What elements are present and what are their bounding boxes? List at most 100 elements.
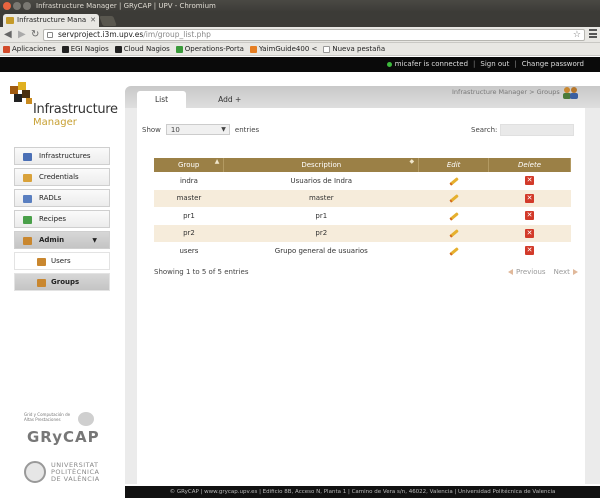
delete-icon[interactable]: ✕: [525, 193, 535, 203]
bookmark-item[interactable]: YaimGuide400 <: [249, 45, 317, 53]
delete-cell: ✕: [488, 172, 571, 190]
new-tab-button[interactable]: [99, 16, 117, 26]
grycap-tagline: Grid y Computación de Altas Prestaciones: [24, 412, 71, 422]
logo-subtitle: Manager: [33, 117, 77, 128]
bookmark-icon: [323, 45, 331, 53]
group-cell: pr1: [154, 207, 224, 225]
page-length-value: 10: [170, 126, 180, 134]
close-window-button[interactable]: [3, 2, 11, 10]
edit-pencil-icon[interactable]: [448, 229, 459, 239]
address-bar[interactable]: servproject.i3m.upv.es/im/group_list.php…: [43, 29, 585, 41]
table-body: indra Usuarios de Indra ✕ master master ✕ pr1 p…: [154, 172, 571, 260]
search-input[interactable]: [500, 124, 575, 136]
logo-title: Infrastructure: [33, 102, 118, 117]
sidebar-item-label: Recipes: [39, 215, 67, 223]
table-row: pr2 pr2 ✕: [154, 224, 571, 242]
bookmark-item[interactable]: EGI Nagios: [61, 45, 109, 53]
change-password-link[interactable]: Change password: [522, 57, 584, 72]
app-logo[interactable]: Infrastructure Manager: [8, 80, 120, 128]
group-cell: users: [154, 242, 224, 260]
sidebar-item-label: Admin: [39, 236, 65, 244]
grycap-cube-icon: [78, 412, 94, 426]
upv-seal-icon: [24, 461, 46, 483]
window-title: Infrastructure Manager | GRyCAP | UPV - …: [36, 2, 216, 10]
bookmark-label: EGI Nagios: [70, 45, 109, 53]
sidebar-item-credentials[interactable]: Credentials: [14, 168, 110, 186]
description-cell: Usuarios de Indra: [223, 172, 419, 190]
description-cell: Grupo general de usuarios: [223, 242, 419, 260]
bookmark-item[interactable]: Cloud Nagios: [114, 45, 170, 53]
credentials-icon: [23, 174, 32, 182]
sidebar-item-infrastructures[interactable]: Infrastructures: [14, 147, 110, 165]
edit-pencil-icon[interactable]: [448, 194, 459, 204]
sidebar-item-admin[interactable]: Admin ▼: [14, 231, 110, 249]
page-length-select[interactable]: 10 ▼: [165, 124, 230, 135]
pagination: Previous Next: [505, 268, 581, 276]
sort-asc-icon: ▲: [214, 158, 220, 165]
sidebar-item-label: Infrastructures: [39, 152, 91, 160]
table-search: Search:: [471, 124, 575, 136]
breadcrumb: Infrastructure Manager > Groups: [452, 88, 560, 96]
users-icon: [37, 258, 46, 266]
close-tab-icon[interactable]: ✕: [90, 14, 96, 27]
prev-button[interactable]: Previous: [516, 268, 546, 276]
delete-cell: ✕: [488, 224, 571, 242]
table-row: users Grupo general de usuarios ✕: [154, 242, 571, 260]
sign-out-link[interactable]: Sign out: [480, 57, 509, 72]
sidebar-item-label: RADLs: [39, 194, 62, 202]
upv-logo[interactable]: UNIVERSITAT POLITÈCNICA DE VALÈNCIA: [24, 461, 104, 485]
menu-icon[interactable]: [589, 29, 597, 38]
reload-icon[interactable]: ↻: [31, 28, 39, 42]
edit-pencil-icon[interactable]: [448, 176, 459, 186]
tab-add[interactable]: Add +: [200, 91, 259, 108]
bookmark-icon: [175, 45, 183, 53]
upv-line3: DE VALÈNCIA: [51, 475, 100, 483]
sidebar-item-radls[interactable]: RADLs: [14, 189, 110, 207]
grycap-logo[interactable]: Grid y Computación de Altas Prestaciones…: [24, 412, 104, 452]
show-label: Show: [142, 125, 161, 134]
favicon-icon: [6, 17, 14, 24]
column-header-group[interactable]: Group ▲: [154, 158, 225, 172]
bookmark-icon: [114, 45, 122, 53]
bookmark-label: Nueva pestaña: [332, 45, 386, 53]
back-icon[interactable]: ◀: [4, 28, 12, 42]
recipes-icon: [23, 216, 32, 224]
browser-toolbar: ◀ ▶ ↻ servproject.i3m.upv.es/im/group_li…: [0, 27, 600, 43]
bookmark-star-icon[interactable]: ☆: [573, 30, 581, 40]
sidebar-item-users[interactable]: Users: [14, 252, 110, 270]
delete-cell: ✕: [488, 207, 571, 225]
delete-icon[interactable]: ✕: [525, 211, 535, 221]
bookmark-item[interactable]: Operations-Porta: [175, 45, 244, 53]
bookmark-icon: [249, 45, 257, 53]
table-row: pr1 pr1 ✕: [154, 207, 571, 225]
bookmark-label: Aplicaciones: [12, 45, 56, 53]
delete-icon[interactable]: ✕: [525, 228, 535, 238]
maximize-window-button[interactable]: [23, 2, 31, 10]
url-host: servproject.i3m.upv.es: [58, 30, 144, 39]
bookmark-item[interactable]: Nueva pestaña: [323, 45, 385, 53]
forward-icon[interactable]: ▶: [18, 28, 26, 42]
column-header-description[interactable]: Description ◆: [223, 158, 420, 172]
description-cell: pr2: [223, 224, 419, 242]
edit-cell: [418, 242, 489, 260]
window-controls[interactable]: [3, 2, 31, 10]
radls-icon: [23, 195, 32, 203]
sidebar-item-recipes[interactable]: Recipes: [14, 210, 110, 228]
delete-icon[interactable]: ✕: [525, 176, 535, 186]
groups-table: Group ▲ Description ◆ Edit Delete indra Usu…: [154, 158, 571, 260]
edit-pencil-icon[interactable]: [448, 211, 459, 221]
sidebar-item-groups[interactable]: Groups: [14, 273, 110, 291]
page-length-control: Show 10 ▼ entries: [142, 124, 259, 135]
table-info: Showing 1 to 5 of 5 entries: [154, 268, 249, 276]
tab-list[interactable]: List: [137, 91, 187, 108]
browser-tab[interactable]: Infrastructure Mana ✕: [3, 14, 99, 27]
edit-pencil-icon[interactable]: [448, 246, 459, 256]
group-cell: pr2: [154, 224, 224, 242]
bookmark-label: Cloud Nagios: [123, 45, 170, 53]
content-tabs: List Add +: [137, 91, 259, 108]
next-button[interactable]: Next: [554, 268, 570, 276]
delete-icon[interactable]: ✕: [525, 246, 535, 256]
bookmark-item[interactable]: Aplicaciones: [3, 45, 56, 53]
sidebar-item-label: Credentials: [39, 173, 79, 181]
minimize-window-button[interactable]: [13, 2, 21, 10]
